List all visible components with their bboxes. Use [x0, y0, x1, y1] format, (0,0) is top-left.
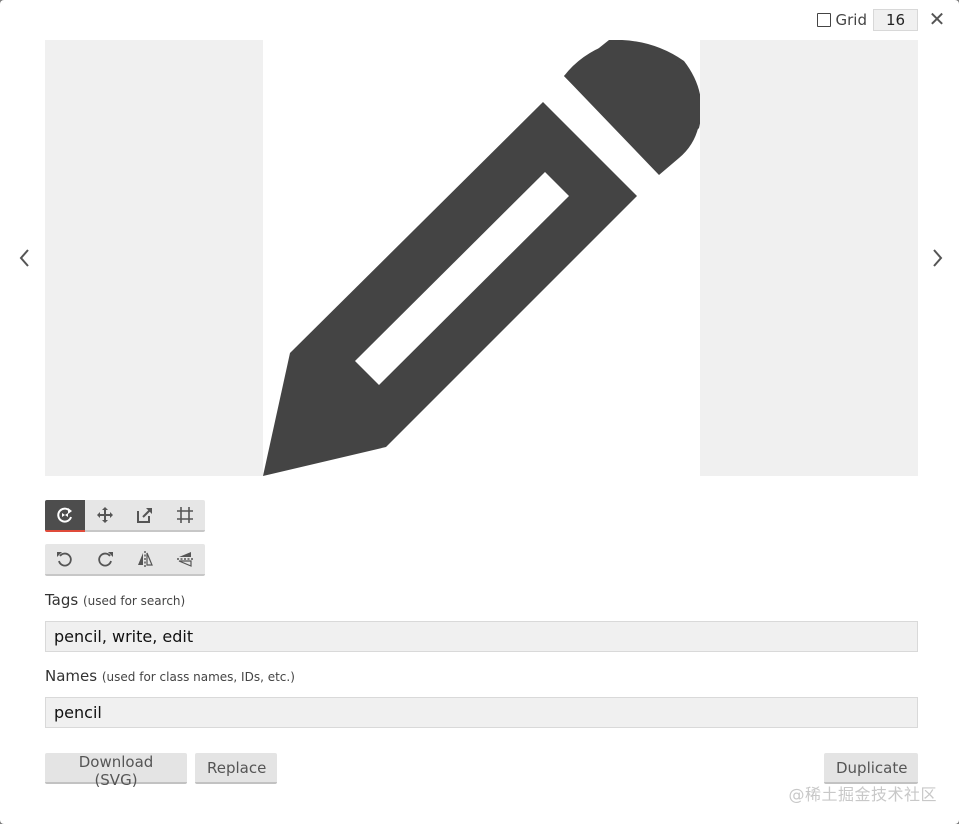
crop-mode-button[interactable] — [165, 500, 205, 530]
watermark: @稀土掘金技术社区 — [788, 785, 937, 804]
crop-mode-icon — [177, 507, 193, 523]
transform-action-toolbar — [45, 544, 205, 576]
rotate-left-button[interactable] — [45, 544, 85, 574]
replace-button[interactable]: Replace — [195, 753, 277, 784]
rotate-right-button[interactable] — [85, 544, 125, 574]
preview-padding-right — [700, 40, 918, 476]
flip-vertical-icon — [177, 552, 193, 567]
flip-vertical-button[interactable] — [165, 544, 205, 574]
grid-size-input[interactable] — [873, 9, 918, 31]
preview-padding-left — [45, 40, 263, 476]
flip-horizontal-icon — [138, 551, 153, 567]
duplicate-button[interactable]: Duplicate — [824, 753, 918, 784]
icon-editor-dialog: Grid ✕ — [0, 0, 959, 824]
flip-horizontal-button[interactable] — [125, 544, 165, 574]
tags-input[interactable] — [45, 621, 918, 652]
names-input[interactable] — [45, 697, 918, 728]
tags-hint: (used for search) — [83, 594, 186, 608]
resize-mode-button[interactable] — [125, 500, 165, 530]
resize-mode-icon — [137, 508, 152, 523]
transform-mode-toolbar — [45, 500, 205, 532]
tags-label: Tags (used for search) — [45, 591, 185, 609]
grid-label: Grid — [835, 11, 867, 29]
grid-checkbox[interactable] — [816, 13, 831, 27]
names-label: Names (used for class names, IDs, etc.) — [45, 667, 295, 685]
move-mode-button[interactable] — [85, 500, 125, 530]
close-icon[interactable]: ✕ — [928, 8, 946, 30]
rotate-right-icon — [98, 552, 113, 567]
pencil-icon — [263, 40, 700, 476]
names-hint: (used for class names, IDs, etc.) — [101, 670, 295, 684]
rotate-mode-icon — [57, 507, 72, 523]
grid-control: Grid — [816, 9, 918, 31]
tags-label-text: Tags — [45, 591, 79, 609]
download-svg-button[interactable]: Download (SVG) — [45, 753, 187, 789]
previous-icon-arrow[interactable] — [16, 246, 32, 270]
next-icon-arrow[interactable] — [930, 246, 946, 270]
icon-preview — [45, 40, 918, 476]
move-mode-icon — [97, 507, 113, 523]
rotate-left-icon — [57, 552, 72, 567]
names-label-text: Names — [45, 667, 98, 685]
rotate-mode-button[interactable] — [45, 500, 85, 532]
